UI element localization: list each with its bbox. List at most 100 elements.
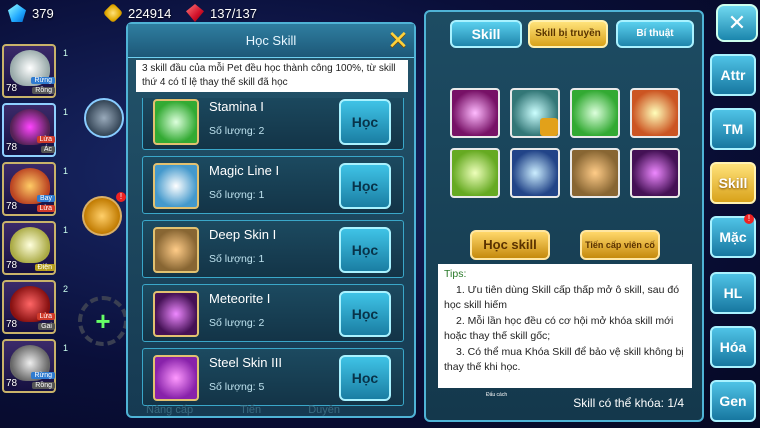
side-tab-tm[interactable]: TM bbox=[710, 108, 756, 150]
learn-skill-button[interactable]: Học skill bbox=[470, 230, 550, 260]
pet-element-tag: Điện bbox=[34, 264, 55, 271]
pet-egg-icon[interactable] bbox=[84, 98, 124, 138]
side-tab-gen[interactable]: Gen bbox=[710, 380, 756, 422]
pet-element-tag: Rồng bbox=[32, 382, 55, 389]
learn-button[interactable]: Học bbox=[339, 163, 391, 209]
pet-list: 78 Rừng Rồng 1 78 Lửa Ác 1 78 Bay Lửa 1 … bbox=[2, 44, 72, 398]
meteorite-skill-icon bbox=[153, 291, 199, 337]
skill-quantity: Số lượng: 2 bbox=[209, 125, 265, 137]
energy-counter: 137/137 bbox=[186, 4, 257, 22]
skill-name: Stamina I bbox=[209, 99, 264, 114]
notification-dot: ! bbox=[744, 214, 754, 224]
pet-rank: 2 bbox=[62, 284, 68, 294]
side-tab-skill[interactable]: Skill bbox=[710, 162, 756, 204]
plus-icon[interactable]: + bbox=[92, 308, 114, 334]
pet-level: 78 bbox=[6, 142, 18, 153]
shield-skill-icon[interactable] bbox=[450, 88, 500, 138]
bottom-label: Duyên bbox=[308, 404, 341, 416]
steel-skin-skill-icon bbox=[153, 355, 199, 401]
deep-skin-skill-icon bbox=[153, 227, 199, 273]
pet-element-tag: Rồng bbox=[32, 87, 55, 94]
pet-slot[interactable]: 78 Rừng Rồng 1 bbox=[2, 339, 68, 393]
tips-box: Tips: 1. Ưu tiên dùng Skill cấp thấp mở … bbox=[438, 264, 692, 388]
skill-quantity: Số lượng: 1 bbox=[209, 189, 265, 201]
list-item: Meteorite I Số lượng: 2 Học bbox=[142, 284, 404, 342]
gold-value: 224914 bbox=[128, 5, 172, 21]
notification-dot: ! bbox=[116, 192, 126, 202]
learn-button[interactable]: Học bbox=[339, 99, 391, 145]
list-item: Magic Line I Số lượng: 1 Học bbox=[142, 156, 404, 214]
tip-line: 2. Mỗi lần học đều có cơ hội mở khóa ski… bbox=[444, 315, 674, 342]
learn-button[interactable]: Học bbox=[339, 291, 391, 337]
pet-rank: 1 bbox=[62, 107, 68, 117]
side-tab-attr[interactable]: Attr bbox=[710, 54, 756, 96]
skill-quantity: Số lượng: 1 bbox=[209, 253, 265, 265]
energy-value: 137/137 bbox=[210, 5, 257, 21]
ruby-icon bbox=[186, 4, 204, 22]
pet-slot[interactable]: 78 Điện 1 bbox=[2, 221, 68, 275]
fire-skill-icon[interactable] bbox=[630, 88, 680, 138]
bottom-label: Tiến bbox=[240, 404, 262, 416]
lockable-skill-count: Skill có thể khóa: 1/4 bbox=[573, 396, 684, 410]
tiny-label: Đấu cách bbox=[486, 392, 508, 398]
pet-rank: 1 bbox=[62, 225, 68, 235]
skill-name: Steel Skin III bbox=[209, 355, 282, 370]
gem-counter: 379 bbox=[8, 4, 54, 22]
list-item: Stamina I Số lượng: 2 Học bbox=[142, 98, 404, 150]
pet-slot[interactable]: 78 Lửa Gai 2 bbox=[2, 280, 68, 334]
skill-name: Meteorite I bbox=[209, 291, 271, 306]
list-item: Steel Skin III Số lượng: 5 Học bbox=[142, 348, 404, 406]
deep-skin-skill-icon[interactable] bbox=[570, 148, 620, 198]
pet-slot[interactable]: 78 Bay Lửa 1 bbox=[2, 162, 68, 216]
magic-line-skill-icon bbox=[153, 163, 199, 209]
pet-level: 78 bbox=[6, 378, 18, 389]
side-tab-hl[interactable]: HL bbox=[710, 272, 756, 314]
gold-coin-icon bbox=[102, 2, 124, 24]
close-icon[interactable]: ✕ bbox=[386, 27, 410, 53]
skill-quantity: Số lượng: 5 bbox=[209, 381, 265, 393]
stamina-skill-icon bbox=[153, 99, 199, 145]
tips-title: Tips: bbox=[444, 268, 467, 280]
tab-skill[interactable]: Skill bbox=[450, 20, 522, 48]
stamina-skill-icon[interactable] bbox=[570, 88, 620, 138]
learn-button[interactable]: Học bbox=[339, 227, 391, 273]
learn-button[interactable]: Học bbox=[339, 355, 391, 401]
pet-slot[interactable]: 78 Rừng Rồng 1 bbox=[2, 44, 68, 98]
pet-element-tag: Lửa bbox=[36, 205, 55, 212]
gem-icon bbox=[8, 4, 26, 22]
pet-slot[interactable]: 78 Lửa Ác 1 bbox=[2, 103, 68, 157]
nature-skill-icon[interactable] bbox=[450, 148, 500, 198]
list-item: Deep Skin I Số lượng: 1 Học bbox=[142, 220, 404, 278]
pet-element-tag: Rừng bbox=[31, 372, 55, 379]
pet-rank: 1 bbox=[62, 166, 68, 176]
bottom-label: Nâng cấp bbox=[146, 404, 194, 416]
tab-passed-skill[interactable]: Skill bị truyền bbox=[528, 20, 608, 48]
meteorite-skill-icon[interactable] bbox=[630, 148, 680, 198]
pet-element-tag: Bay bbox=[36, 195, 55, 202]
backpack-icon[interactable] bbox=[82, 196, 122, 236]
tip-line: 1. Ưu tiên dùng Skill cấp thấp mở ô skil… bbox=[444, 284, 680, 311]
pet-rank: 1 bbox=[62, 343, 68, 353]
skill-quantity: Số lượng: 2 bbox=[209, 317, 265, 329]
skill-name: Magic Line I bbox=[209, 163, 280, 178]
side-tab-evolve[interactable]: Hóa bbox=[710, 326, 756, 368]
pet-level: 78 bbox=[6, 319, 18, 330]
skill-panel: Skill Skill bị truyền Bí thuật Học skill… bbox=[424, 10, 704, 422]
pet-element-tag: Rừng bbox=[31, 77, 55, 84]
learn-skill-description: 3 skill đầu của mỗi Pet đều học thành cô… bbox=[136, 60, 408, 92]
pet-level: 78 bbox=[6, 260, 18, 271]
skill-item-list[interactable]: Stamina I Số lượng: 2 Học Magic Line I S… bbox=[142, 98, 404, 406]
gold-counter: 224914 bbox=[102, 2, 172, 24]
close-icon[interactable]: ✕ bbox=[716, 4, 758, 42]
upgrade-skill-button[interactable]: Tiến cấp viên cố bbox=[580, 230, 660, 260]
pet-element-tag: Ác bbox=[40, 146, 55, 153]
pet-rank: 1 bbox=[62, 48, 68, 58]
learn-skill-panel: Học Skill ✕ 3 skill đầu của mỗi Pet đều … bbox=[126, 22, 416, 418]
tip-line: 3. Có thể mua Khóa Skill để bảo vệ skill… bbox=[444, 346, 684, 373]
water-skill-icon[interactable] bbox=[510, 148, 560, 198]
tab-secret-skill[interactable]: Bí thuật bbox=[616, 20, 694, 48]
pet-level: 78 bbox=[6, 83, 18, 94]
pet-element-tag: Lửa bbox=[36, 313, 55, 320]
pet-element-tag: Lửa bbox=[36, 136, 55, 143]
bottom-tab-labels: Nâng cấp Tiến Duyên bbox=[146, 404, 340, 416]
